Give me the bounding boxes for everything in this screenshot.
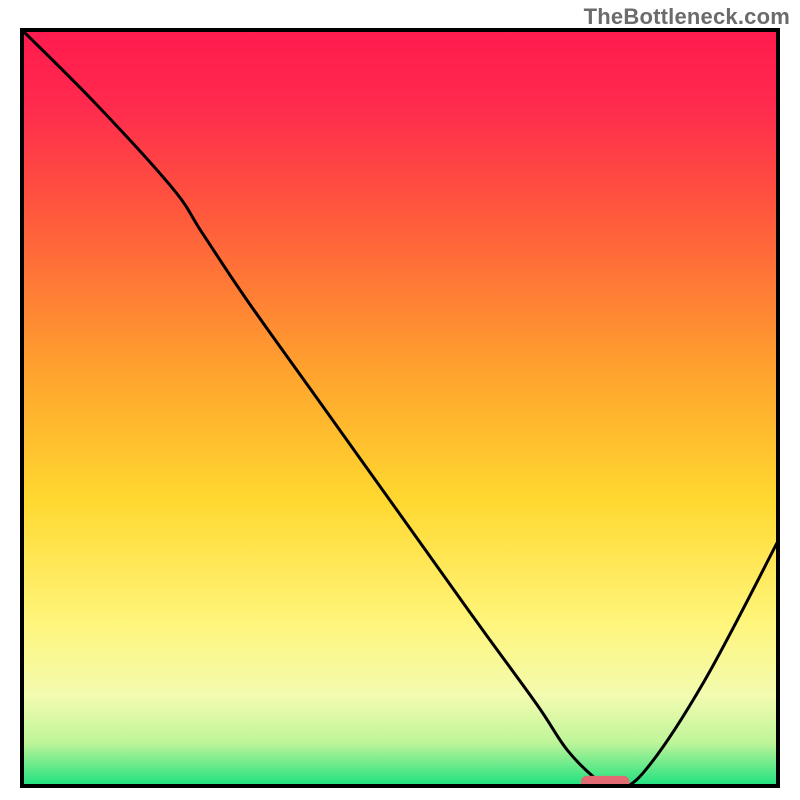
watermark-text: TheBottleneck.com [584, 4, 790, 30]
chart-area [20, 28, 780, 788]
optimal-marker [581, 776, 630, 788]
gradient-background [20, 28, 780, 788]
